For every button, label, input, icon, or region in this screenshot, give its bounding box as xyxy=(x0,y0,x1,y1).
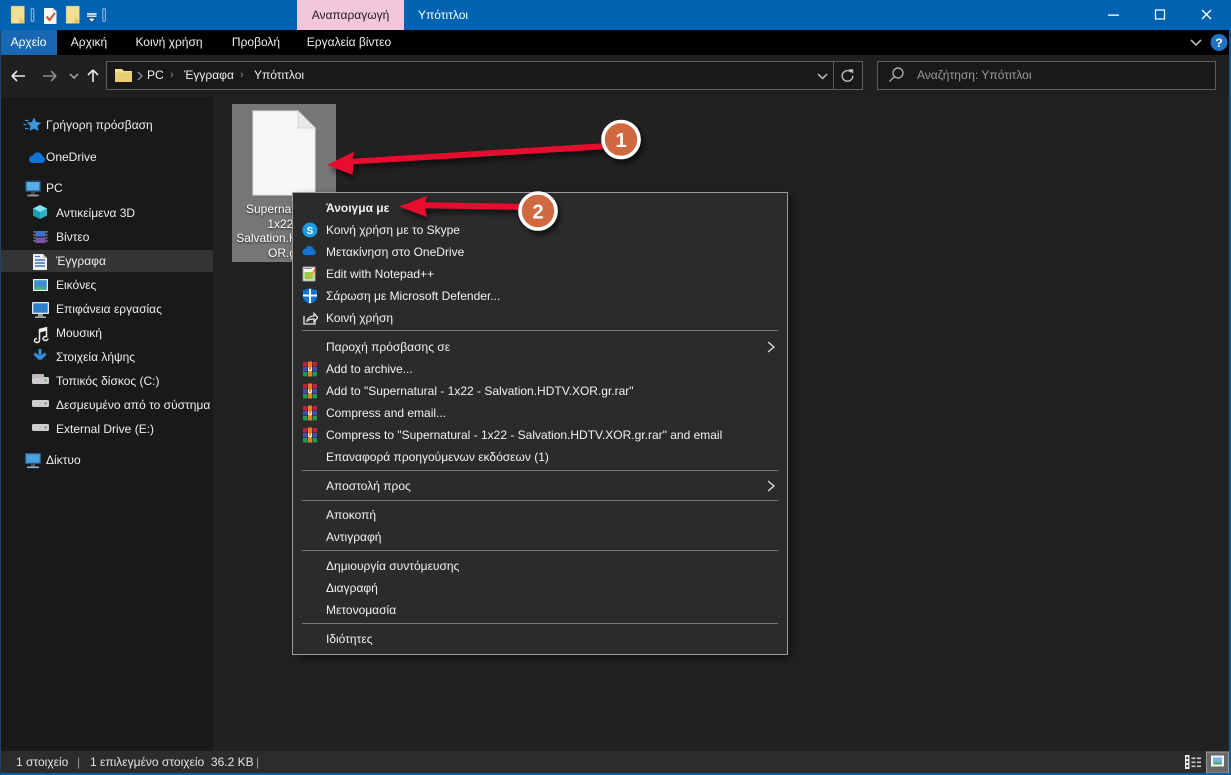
svg-text:1: 1 xyxy=(615,130,626,152)
svg-text:2: 2 xyxy=(532,202,543,224)
